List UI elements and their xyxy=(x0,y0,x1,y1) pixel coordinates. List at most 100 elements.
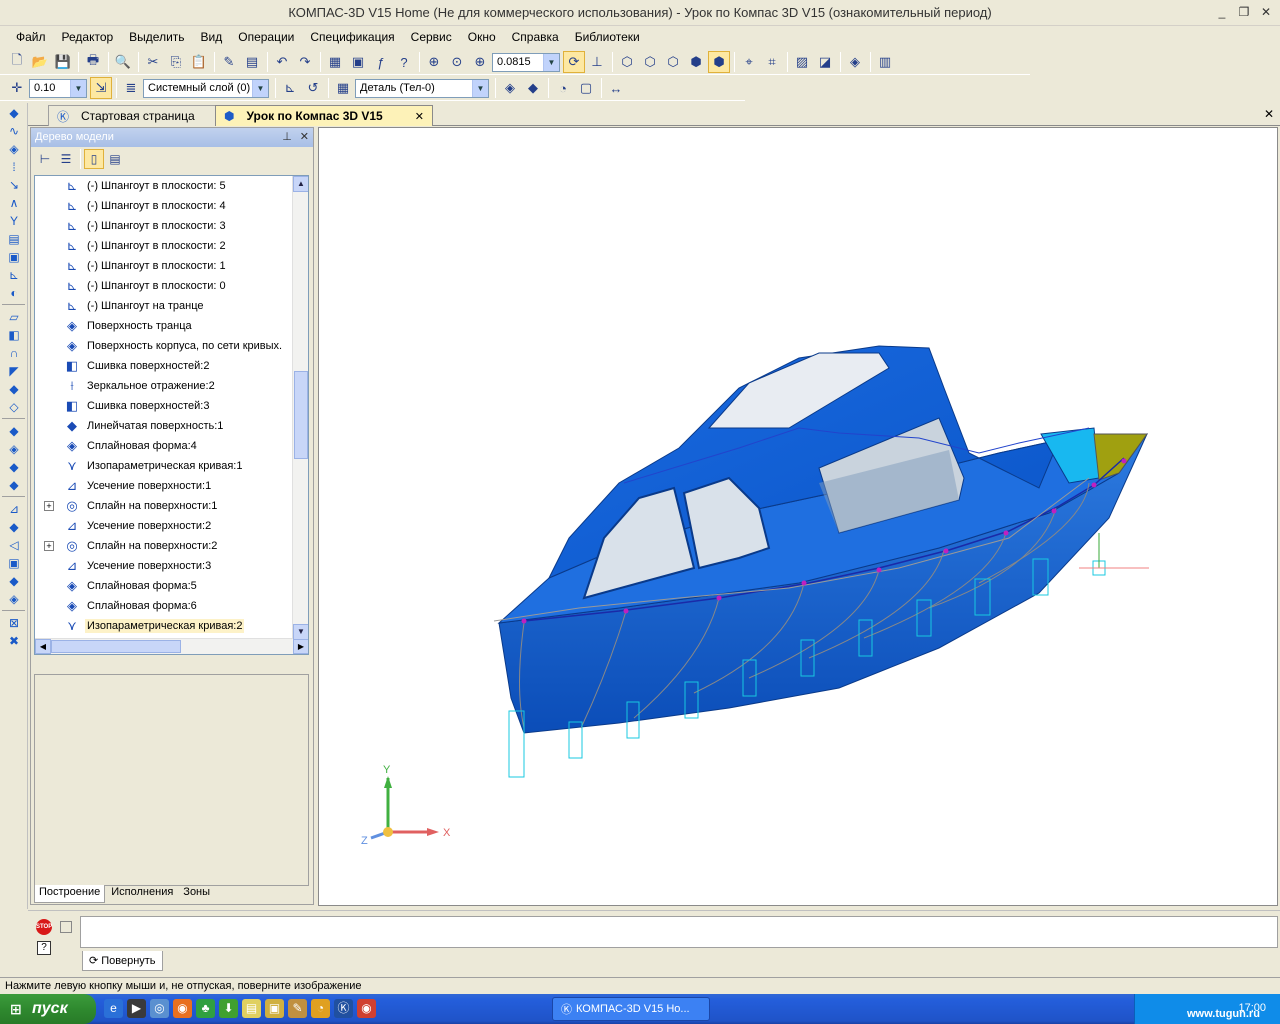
tree-item[interactable]: ◧ Сшивка поверхностей:3 xyxy=(35,396,308,416)
tree-item[interactable]: ◆ Линейчатая поверхность:1 xyxy=(35,416,308,436)
ie-icon[interactable]: e xyxy=(104,999,123,1018)
close-all-icon[interactable]: ✕ xyxy=(1264,107,1274,121)
tab-zones[interactable]: Зоны xyxy=(179,885,214,903)
join-surface-icon[interactable]: ◈ xyxy=(2,590,26,607)
tree-item[interactable]: + ◎ Сплайн на поверхности:1 xyxy=(35,496,308,516)
tree-item[interactable]: ⊾ (-) Шпангоут в плоскости: 2 xyxy=(35,236,308,256)
tree-item[interactable]: ⊾ (-) Шпангоут в плоскости: 1 xyxy=(35,256,308,276)
expand-icon[interactable]: + xyxy=(44,501,54,511)
perspective-icon[interactable]: ◈ xyxy=(844,51,866,73)
close-icon[interactable]: ✕ xyxy=(415,110,424,123)
tree-item[interactable]: ◧ Сшивка поверхностей:2 xyxy=(35,356,308,376)
fill-surface-icon[interactable]: ◁ xyxy=(2,536,26,553)
tree-item[interactable]: ⊾ (-) Шпангоут в плоскости: 3 xyxy=(35,216,308,236)
tree-item[interactable]: ◈ Сплайновая форма:5 xyxy=(35,576,308,596)
properties-icon[interactable]: ✎ xyxy=(218,51,240,73)
elements-icon[interactable]: ◐ xyxy=(2,284,26,301)
filter-icon[interactable]: ⌖ xyxy=(738,51,760,73)
open-icon[interactable]: 📂 xyxy=(29,51,51,73)
menu-edit[interactable]: Редактор xyxy=(54,30,122,44)
menu-file[interactable]: Файл xyxy=(8,30,54,44)
detail-icon[interactable]: ▦ xyxy=(332,77,354,99)
chrome-icon[interactable]: ◉ xyxy=(357,999,376,1018)
diagnostics-icon[interactable]: Y xyxy=(2,212,26,229)
tab-start-page[interactable]: Ⓚ Стартовая страница xyxy=(48,105,226,126)
patch-surface-icon[interactable]: ◆ xyxy=(2,380,26,397)
zoom-scale-icon[interactable]: ⊕ xyxy=(469,51,491,73)
edit-mode-icon[interactable]: ↺ xyxy=(302,77,324,99)
new-icon[interactable]: 🗋 xyxy=(6,51,28,73)
halftone-icon[interactable]: ⬢ xyxy=(685,51,707,73)
tool-icon[interactable]: ✎ xyxy=(288,999,307,1018)
zoom-combo[interactable]: 0.0815 ▼ xyxy=(492,52,560,72)
folder-icon[interactable]: ▣ xyxy=(265,999,284,1018)
lighting-icon[interactable]: ◔ xyxy=(552,77,574,99)
arrow-icon[interactable]: ⬇ xyxy=(219,999,238,1018)
tree-item[interactable]: ⊿ Усечение поверхности:3 xyxy=(35,556,308,576)
kinematic-surface-icon[interactable]: ∩ xyxy=(2,344,26,361)
print-icon[interactable]: 🖶 xyxy=(82,51,104,73)
menu-window[interactable]: Окно xyxy=(460,30,504,44)
layer-combo[interactable]: Системный слой (0) ▼ xyxy=(143,78,269,98)
tree-item[interactable]: ◈ Поверхность транца xyxy=(35,316,308,336)
blender-icon[interactable]: ◔ xyxy=(311,999,330,1018)
variables-icon[interactable]: ƒ xyxy=(370,51,392,73)
constraints-icon[interactable]: ⌗ xyxy=(761,51,783,73)
spline-form-icon[interactable]: ◈ xyxy=(2,440,26,457)
stop-button[interactable]: STOP xyxy=(36,919,52,935)
delete-faces-icon[interactable]: ⊠ xyxy=(2,614,26,631)
orientation-icon[interactable]: ⊥ xyxy=(586,51,608,73)
tree-order-icon[interactable]: ▤ xyxy=(105,149,125,169)
wireframe-icon[interactable]: ⬡ xyxy=(616,51,638,73)
tree-item[interactable]: + ◎ Сплайн на поверхности:2 xyxy=(35,536,308,556)
section-icon[interactable]: ◪ xyxy=(814,51,836,73)
extrude-surface-icon[interactable]: ▱ xyxy=(2,308,26,325)
tree-item[interactable]: ⊾ (-) Шпангоут в плоскости: 4 xyxy=(35,196,308,216)
save-icon[interactable]: 💾 xyxy=(52,51,74,73)
rotate-icon[interactable]: ⟳ xyxy=(563,51,585,73)
color-icon[interactable]: ◆ xyxy=(522,77,544,99)
auxiliary-icon[interactable]: ↘ xyxy=(2,176,26,193)
trim-surface-icon[interactable]: ⊿ xyxy=(2,500,26,517)
menu-service[interactable]: Сервис xyxy=(403,30,460,44)
tree-item[interactable]: ◈ Сплайновая форма:4 xyxy=(35,436,308,456)
manager-icon[interactable]: ▦ xyxy=(324,51,346,73)
sheet-icon[interactable]: ▤ xyxy=(2,230,26,247)
help-pointer-icon[interactable]: ? xyxy=(393,51,415,73)
expand-icon[interactable]: + xyxy=(44,541,54,551)
tree-item[interactable]: ⊾ (-) Шпангоут на транце xyxy=(35,296,308,316)
paste-icon[interactable]: 📋 xyxy=(188,51,210,73)
zoom-window-icon[interactable]: ⊕ xyxy=(423,51,445,73)
tree-vertical-scrollbar[interactable]: ▲ ▼ xyxy=(292,176,308,640)
tree-horizontal-scrollbar[interactable]: ◀ ▶ xyxy=(35,638,308,654)
surfaces-icon[interactable]: ◈ xyxy=(2,140,26,157)
tree-item[interactable]: ⊿ Усечение поверхности:2 xyxy=(35,516,308,536)
restore-surface-icon[interactable]: ▣ xyxy=(2,554,26,571)
rss-icon[interactable]: ◎ xyxy=(150,999,169,1018)
offset-surface-icon[interactable]: ◆ xyxy=(2,476,26,493)
dimensions-icon[interactable]: ∧ xyxy=(2,194,26,211)
preview-icon[interactable]: 🔍 xyxy=(112,51,134,73)
rotate-surface-icon[interactable]: ◧ xyxy=(2,326,26,343)
detail-combo[interactable]: Деталь (Тел-0) ▼ xyxy=(355,78,489,98)
menu-help[interactable]: Справка xyxy=(504,30,567,44)
delete-icon[interactable]: ✖ xyxy=(2,632,26,649)
halftone-edges-icon[interactable]: ⬢ xyxy=(708,51,730,73)
sketch-mode-icon[interactable]: ⊾ xyxy=(279,77,301,99)
menu-operations[interactable]: Операции xyxy=(230,30,302,44)
tree-item[interactable]: ⋎ Изопараметрическая кривая:2 xyxy=(35,616,308,636)
measure-icon[interactable]: ▥ xyxy=(874,51,896,73)
tree-item[interactable]: ◈ Сплайновая форма:6 xyxy=(35,596,308,616)
tree-filter-icon[interactable]: ☰ xyxy=(56,149,76,169)
tree-item[interactable]: ⟊ Зеркальное отражение:2 xyxy=(35,376,308,396)
grid-icon[interactable] xyxy=(60,921,72,933)
kompas-icon[interactable]: Ⓚ xyxy=(334,999,353,1018)
step-combo[interactable]: 0.10 ▼ xyxy=(29,78,87,98)
minimize-icon[interactable]: _ xyxy=(1214,5,1230,19)
spec-icon[interactable]: ▣ xyxy=(2,248,26,265)
layers-icon[interactable]: ≣ xyxy=(120,77,142,99)
net-surface-icon[interactable]: ◇ xyxy=(2,398,26,415)
tab-build[interactable]: Построение xyxy=(34,885,106,903)
zoom-fit-icon[interactable]: ⊙ xyxy=(446,51,468,73)
extend-surface-icon[interactable]: ◆ xyxy=(2,458,26,475)
